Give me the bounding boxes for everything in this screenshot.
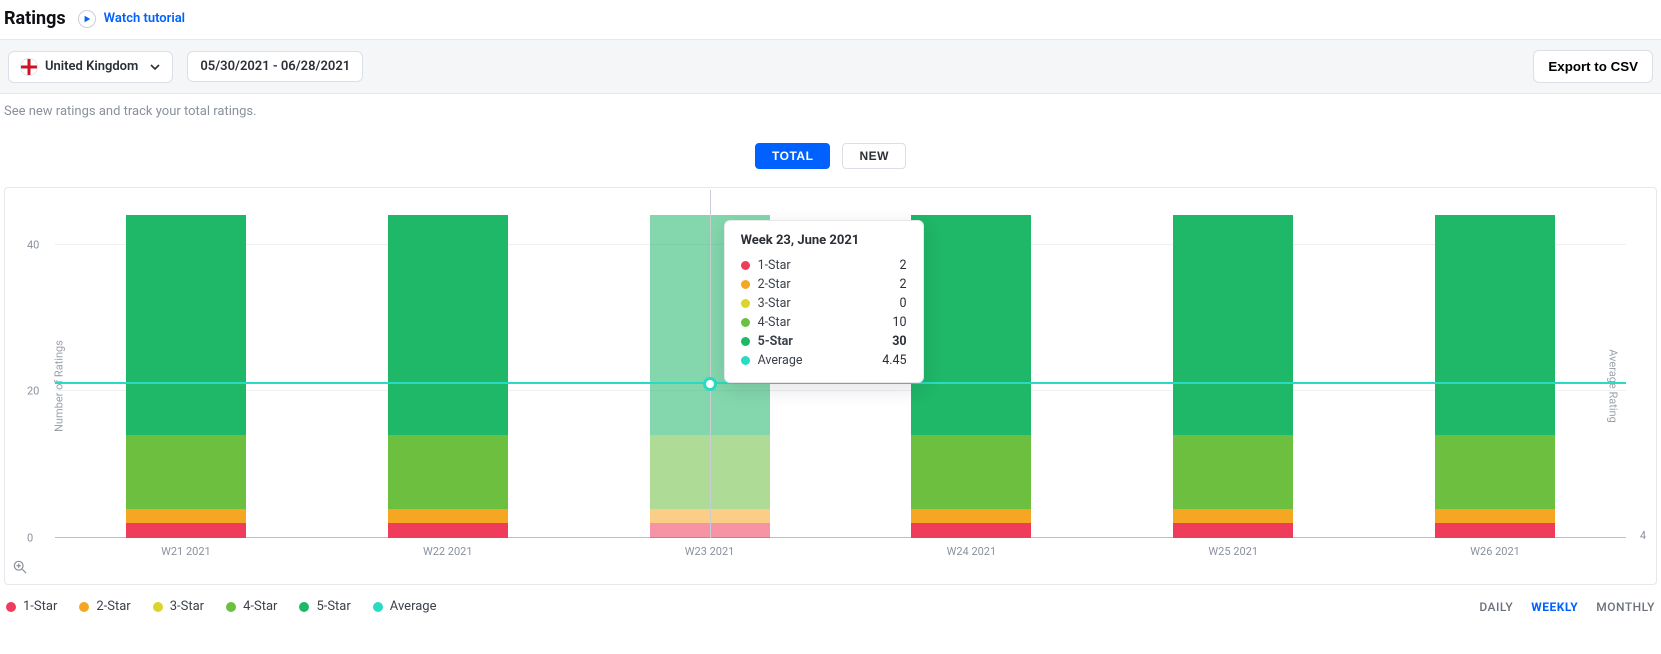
x-category-label: W23 2021 <box>579 545 841 558</box>
bar-segment <box>126 509 246 524</box>
chart-footer: 1-Star 2-Star 3-Star 4-Star 5-Star Average DA… <box>0 585 1661 622</box>
toggle-total[interactable]: TOTAL <box>755 143 830 169</box>
tooltip-row: 5-Star30 <box>741 332 907 351</box>
legend-dot <box>299 602 309 612</box>
play-icon <box>78 10 96 28</box>
y-tick: 40 <box>27 238 39 251</box>
granularity-switch: DAILY WEEKLY MONTHLY <box>1479 600 1655 614</box>
toggle-new[interactable]: NEW <box>842 143 906 169</box>
granularity-monthly[interactable]: MONTHLY <box>1596 600 1655 614</box>
bar-segment <box>126 215 246 435</box>
y-tick: 0 <box>27 532 33 545</box>
bar-slot[interactable]: W25 2021 <box>1102 208 1364 538</box>
date-range-label: 05/30/2021 - 06/28/2021 <box>200 59 350 74</box>
tooltip-row: 1-Star2 <box>741 256 907 275</box>
country-selector[interactable]: United Kingdom <box>8 51 173 83</box>
legend-item-s5[interactable]: 5-Star <box>299 599 350 614</box>
granularity-weekly[interactable]: WEEKLY <box>1531 600 1578 614</box>
uk-flag-icon <box>21 59 37 75</box>
bar-segment <box>1435 215 1555 435</box>
legend-label: 2-Star <box>96 599 130 614</box>
x-category-label: W24 2021 <box>840 545 1102 558</box>
chart-tooltip: Week 23, June 2021 1-Star22-Star23-Star04… <box>724 220 924 383</box>
ratings-chart: Number of Ratings Average Rating 020404W… <box>4 187 1657 585</box>
mode-toggle: TOTAL NEW <box>0 143 1661 169</box>
legend-item-s2[interactable]: 2-Star <box>79 599 130 614</box>
bar-segment <box>1173 523 1293 538</box>
legend-label: 5-Star <box>316 599 350 614</box>
bar-segment <box>911 215 1031 435</box>
average-point <box>703 377 717 391</box>
bar-segment <box>911 509 1031 524</box>
legend-dot <box>6 602 16 612</box>
chevron-down-icon <box>150 59 160 74</box>
granularity-daily[interactable]: DAILY <box>1479 600 1513 614</box>
watch-tutorial-label: Watch tutorial <box>104 11 185 26</box>
bar-segment <box>126 523 246 538</box>
bar-segment <box>388 215 508 435</box>
legend-dot <box>153 602 163 612</box>
bar-segment <box>911 435 1031 508</box>
legend-label: Average <box>390 599 437 614</box>
x-category-label: W22 2021 <box>317 545 579 558</box>
export-csv-button[interactable]: Export to CSV <box>1533 50 1653 83</box>
y-tick: 20 <box>27 385 39 398</box>
bar-segment <box>1173 435 1293 508</box>
bar-segment <box>911 523 1031 538</box>
tooltip-row: 3-Star0 <box>741 294 907 313</box>
tooltip-row: Average4.45 <box>741 351 907 370</box>
page-subtitle: See new ratings and track your total rat… <box>0 94 1661 143</box>
tooltip-row: 2-Star2 <box>741 275 907 294</box>
x-category-label: W26 2021 <box>1364 545 1626 558</box>
bar-segment <box>1435 509 1555 524</box>
watch-tutorial-link[interactable]: Watch tutorial <box>78 10 185 28</box>
legend-dot <box>226 602 236 612</box>
tooltip-row: 4-Star10 <box>741 313 907 332</box>
bar-slot[interactable]: W21 2021 <box>55 208 317 538</box>
bar-segment <box>1435 435 1555 508</box>
legend-label: 1-Star <box>23 599 57 614</box>
bar-segment <box>1435 523 1555 538</box>
tooltip-title: Week 23, June 2021 <box>741 233 907 248</box>
bar-segment <box>388 523 508 538</box>
zoom-icon[interactable] <box>13 560 27 578</box>
bar-segment <box>388 509 508 524</box>
legend-label: 4-Star <box>243 599 277 614</box>
bar-segment <box>126 435 246 508</box>
x-category-label: W25 2021 <box>1102 545 1364 558</box>
bar-slot[interactable]: W22 2021 <box>317 208 579 538</box>
country-label: United Kingdom <box>45 59 138 74</box>
toolbar: United Kingdom 05/30/2021 - 06/28/2021 E… <box>0 39 1661 94</box>
legend-item-avg[interactable]: Average <box>373 599 437 614</box>
legend-dot <box>373 602 383 612</box>
legend-item-s1[interactable]: 1-Star <box>6 599 57 614</box>
bar-segment <box>1173 215 1293 435</box>
x-category-label: W21 2021 <box>55 545 317 558</box>
bar-slot[interactable]: W26 2021 <box>1364 208 1626 538</box>
legend-item-s3[interactable]: 3-Star <box>153 599 204 614</box>
bar-segment <box>388 435 508 508</box>
legend-label: 3-Star <box>170 599 204 614</box>
legend-item-s4[interactable]: 4-Star <box>226 599 277 614</box>
y-tick-right: 4 <box>1640 529 1646 542</box>
legend-dot <box>79 602 89 612</box>
date-range-selector[interactable]: 05/30/2021 - 06/28/2021 <box>187 51 363 82</box>
bar-segment <box>1173 509 1293 524</box>
page-title: Ratings <box>4 8 66 29</box>
